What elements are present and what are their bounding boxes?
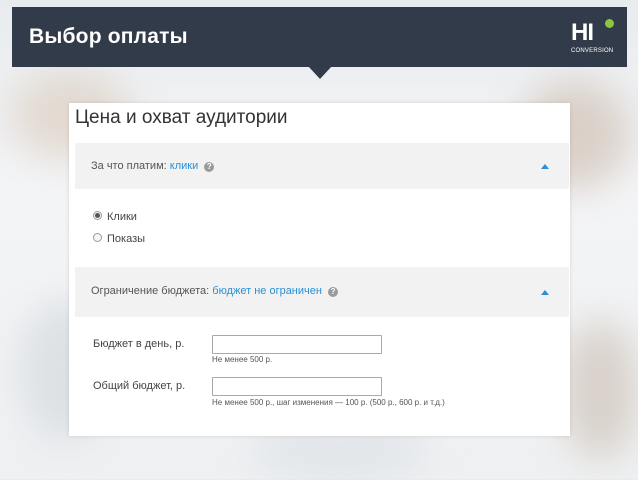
total-budget-input[interactable] [212,377,382,396]
logo-subtext: CONVERSION [571,48,614,54]
radio-button[interactable] [93,233,102,242]
total-budget-label: Общий бюджет, р. [93,380,186,392]
daily-budget-label: Бюджет в день, р. [93,338,185,350]
header-pointer-arrow [308,66,332,79]
budget-label-text: Ограничение бюджета: [91,285,210,297]
daily-budget-input[interactable] [212,335,382,354]
payment-section-header[interactable]: За что платим: клики ? [75,143,569,189]
hi-conversion-logo: HI CONVERSION [571,19,617,57]
payment-section-label: За что платим: клики ? [91,160,215,172]
slide-title: Выбор оплаты [29,25,188,48]
radio-button[interactable] [93,211,102,220]
question-icon[interactable]: ? [328,287,339,297]
budget-section-label: Ограничение бюджета: бюджет не ограничен… [91,285,339,297]
radio-option-clicks[interactable]: Клики [93,211,137,223]
chevron-up-icon[interactable] [541,290,549,295]
logo-text: HI [571,19,594,46]
panel-title: Цена и охват аудитории [75,107,288,128]
budget-value-link[interactable]: бюджет не ограничен [212,285,322,297]
payment-label-text: За что платим: [91,160,167,172]
radio-label: Клики [107,211,137,223]
total-budget-hint: Не менее 500 р., шаг изменения — 100 р. … [212,398,445,407]
slide-header: Выбор оплаты HI CONVERSION [12,7,627,67]
daily-budget-hint: Не менее 500 р. [212,355,273,364]
question-icon[interactable]: ? [204,162,215,172]
background-blur [560,320,638,460]
radio-label: Показы [107,233,146,245]
chevron-up-icon[interactable] [541,164,549,169]
payment-value-link[interactable]: клики [170,160,198,172]
settings-panel: Цена и охват аудитории За что платим: кл… [69,103,570,436]
radio-option-impressions[interactable]: Показы [93,233,145,245]
budget-section-header[interactable]: Ограничение бюджета: бюджет не ограничен… [75,267,569,317]
logo-dot-icon [605,19,614,28]
